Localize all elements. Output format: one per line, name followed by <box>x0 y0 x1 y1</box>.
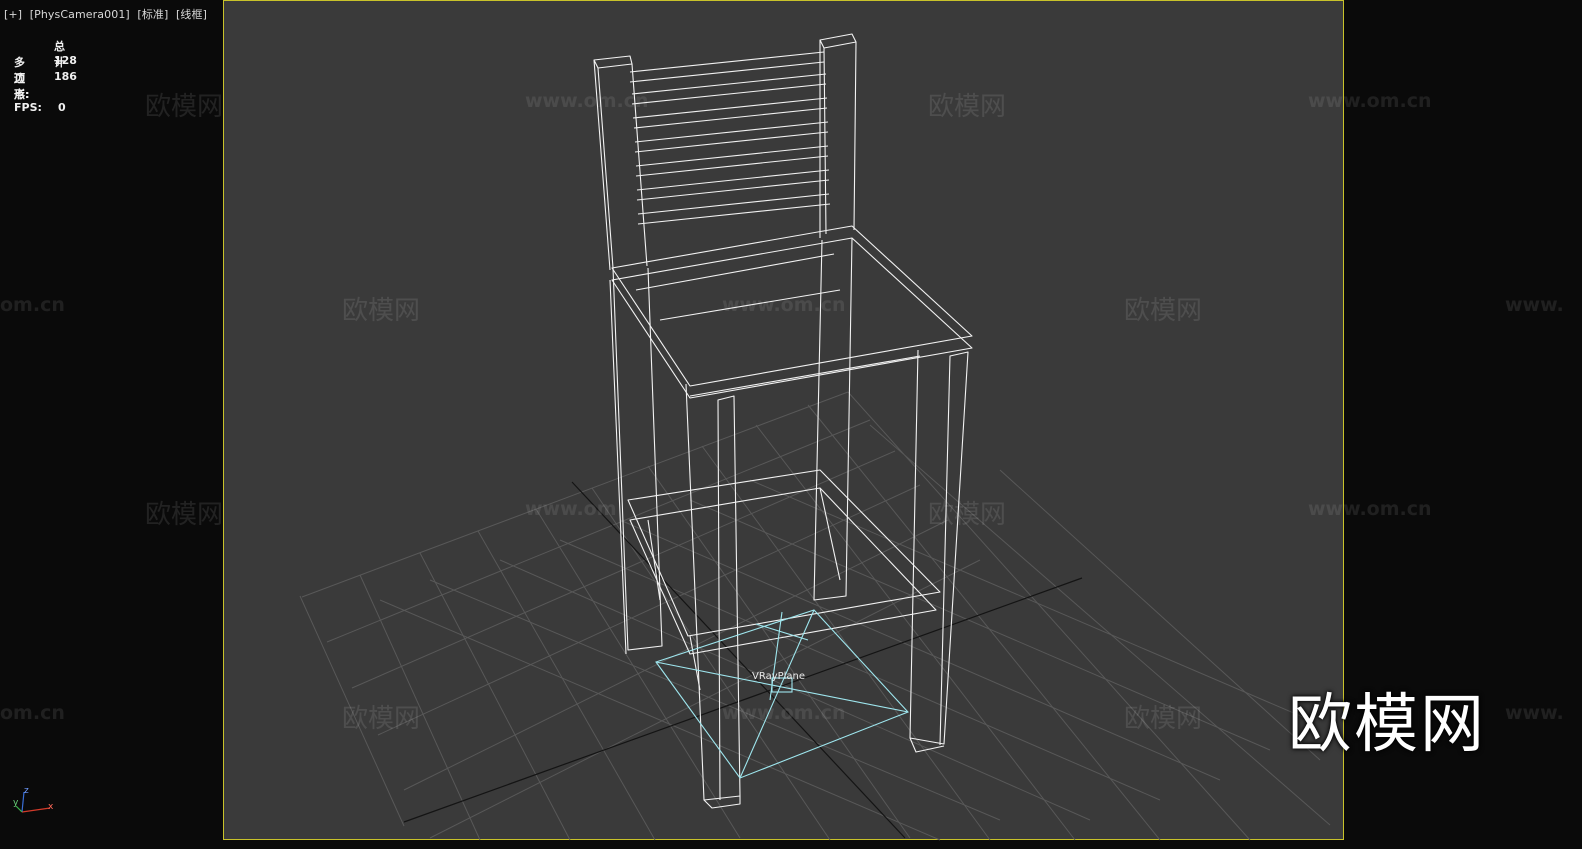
watermark-url: www.om <box>525 498 617 520</box>
watermark-url: www.om.cn <box>1308 90 1432 112</box>
watermark-url: www. <box>1505 702 1564 724</box>
axis-z-label: z <box>24 786 29 796</box>
vray-plane-label: VRayPlane <box>752 671 806 682</box>
watermark-url: om.cn <box>0 294 65 316</box>
watermark-brand: 欧模网 <box>1124 704 1203 734</box>
watermark-url: www.om.cn <box>722 702 846 724</box>
watermark-brand: 欧模网 <box>342 704 421 734</box>
watermark-brand: 欧模网 <box>145 92 224 122</box>
axis-tripod-icon: z x y <box>10 786 60 818</box>
watermark-url: www.om.cn <box>525 90 649 112</box>
watermark-url: www.om.cn <box>722 294 846 316</box>
watermark-url: www. <box>1505 294 1564 316</box>
watermark-brand: 欧模网 <box>928 92 1007 122</box>
watermark-brand: 欧模网 <box>342 296 421 326</box>
viewport[interactable]: [+] [PhysCamera001] [标准] [线框] 总计 多边形: 12… <box>0 0 1582 849</box>
watermark-url: www.om.cn <box>1308 498 1432 520</box>
axis-x-label: x <box>48 802 54 812</box>
grid-axes <box>403 481 1083 839</box>
axis-y-label: y <box>13 798 19 808</box>
watermark-url: om.cn <box>0 702 65 724</box>
watermark-brand: 欧模网 <box>145 500 224 530</box>
watermark-brand: 欧模网 <box>1124 296 1203 326</box>
watermark-brand: 欧模网 <box>928 500 1007 530</box>
home-grid <box>299 391 1331 841</box>
brand-logo: 欧模网 <box>1288 688 1486 762</box>
